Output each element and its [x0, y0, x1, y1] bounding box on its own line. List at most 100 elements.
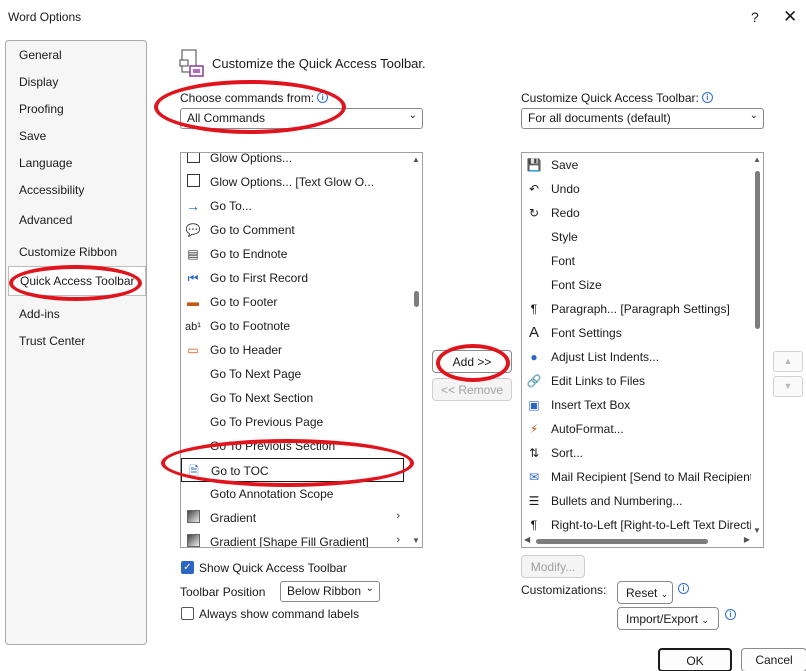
command-item-label: Go to Footnote [210, 319, 291, 333]
scroll-down-icon[interactable]: ▼ [412, 536, 420, 545]
toolbar-position-label: Toolbar Position [180, 585, 266, 599]
toolbar-item-label: Redo [551, 206, 580, 220]
scrollbar-thumb[interactable] [755, 171, 760, 329]
scroll-down-icon[interactable]: ▼ [753, 526, 761, 535]
toolbar-items-list[interactable]: ¶ Right-to-Left [Right-to-Left Text Direc… [521, 152, 764, 548]
toolbar-item[interactable]: ¶ Paragraph... [Paragraph Settings] [522, 297, 763, 321]
commands-scrollbar[interactable]: ▲ ▼ [410, 153, 422, 547]
close-button[interactable]: ✕ [783, 7, 797, 27]
toolbar-item[interactable]: ● Adjust List Indents... [522, 345, 763, 369]
chevron-down-icon: ⌄ [365, 583, 374, 594]
nav-item-quick-access-toolbar[interactable]: Quick Access Toolbar [8, 266, 146, 296]
endnote-icon: ▤ [187, 247, 199, 261]
nav-item-customize-ribbon[interactable]: Customize Ribbon [19, 245, 117, 259]
toolbar-item[interactable]: Font [522, 249, 763, 273]
import-export-button[interactable]: Import/Export ⌄ [617, 607, 719, 630]
move-down-button[interactable]: ▼ [773, 376, 803, 397]
info-icon[interactable]: i [317, 92, 329, 103]
toolbar-item[interactable]: ¶ Right-to-Left [Right-to-Left Text Direc… [522, 513, 763, 537]
info-icon[interactable]: i [725, 609, 736, 620]
move-up-button[interactable]: ▲ [773, 351, 803, 372]
command-item[interactable]: ⏮ Go to First Record [181, 266, 422, 290]
scroll-right-icon[interactable]: ▶ [744, 535, 750, 544]
toolbar-position-dropdown[interactable]: Below Ribbon ⌄ [280, 581, 380, 602]
command-item-label: Gradient [210, 511, 257, 525]
toolbar-items-scrollbar[interactable]: ▲ ▼ [751, 153, 763, 537]
command-item[interactable]: ▭ Go to Header [181, 338, 422, 362]
command-item[interactable]: Glow Options... [Text Glow O... [181, 170, 422, 194]
command-item[interactable]: Gradient [Shape Fill Gradient] › [181, 530, 422, 547]
nav-item-language[interactable]: Language [19, 156, 72, 170]
command-item[interactable]: Go To Previous Page [181, 410, 422, 434]
nav-item-accessibility[interactable]: Accessibility [19, 183, 84, 197]
toolbar-item[interactable]: ☰ Bullets and Numbering... [522, 489, 763, 513]
chevron-down-icon: ⌄ [408, 110, 417, 121]
nav-item-trust-center[interactable]: Trust Center [19, 334, 85, 348]
info-icon[interactable]: i [678, 583, 689, 594]
ok-button[interactable]: OK [658, 648, 732, 671]
scroll-up-icon[interactable]: ▲ [753, 155, 761, 164]
choose-commands-dropdown[interactable]: All Commands ⌄ [180, 108, 423, 129]
command-item[interactable]: Go To Previous Section [181, 434, 422, 458]
remove-button[interactable]: << Remove [432, 378, 512, 401]
info-icon[interactable]: i [701, 92, 713, 103]
nav-item-save[interactable]: Save [19, 129, 46, 143]
blank-icon [185, 414, 201, 430]
toolbar-item[interactable]: 💾 Save [522, 153, 763, 177]
toolbar-item-label: Right-to-Left [Right-to-Left Text Direct… [551, 518, 764, 532]
toolbar-item[interactable]: ▣ Insert Text Box [522, 393, 763, 417]
toolbar-item-label: Edit Links to Files [551, 374, 646, 388]
command-item[interactable]: ab¹ Go to Footnote [181, 314, 422, 338]
toolbar-item[interactable]: A Font Settings [522, 321, 763, 345]
nav-item-general[interactable]: General [19, 48, 62, 62]
command-item[interactable]: ▬ Go to Footer [181, 290, 422, 314]
command-item[interactable]: → Go To... [181, 194, 422, 218]
toolbar-item-label: AutoFormat... [551, 422, 624, 436]
command-item[interactable]: 💬 Go to Comment [181, 218, 422, 242]
scrollbar-thumb[interactable] [536, 539, 708, 544]
command-item[interactable]: Goto Annotation Scope [181, 482, 422, 506]
toolbar-item[interactable]: ✉ Mail Recipient [Send to Mail Recipient] [522, 465, 763, 489]
command-item[interactable]: Go To Next Page [181, 362, 422, 386]
scroll-up-icon[interactable]: ▲ [412, 155, 420, 164]
toolbar-item[interactable]: 🔗 Edit Links to Files [522, 369, 763, 393]
nav-item-add-ins[interactable]: Add-ins [19, 307, 60, 321]
show-qat-checkbox[interactable]: ✓ [181, 561, 194, 574]
toolbar-item[interactable]: Font Size [522, 273, 763, 297]
command-item[interactable]: 🗎 Go to TOC [181, 458, 404, 482]
textbox-icon: ▣ [528, 398, 540, 412]
toolbar-item-label: Font Size [551, 278, 602, 292]
customize-qat-dropdown[interactable]: For all documents (default) ⌄ [521, 108, 764, 129]
undo-icon: ↶ [528, 182, 540, 196]
command-item-label: Go to Endnote [210, 247, 288, 261]
blank-icon [526, 229, 542, 245]
choose-commands-text: Choose commands from: [180, 91, 315, 105]
toolbar-item-label: Font [551, 254, 576, 268]
toolbar-item[interactable]: ↻ Redo [522, 201, 763, 225]
cancel-button[interactable]: Cancel [741, 648, 806, 671]
commands-list[interactable]: Gradient [Shape Fill Gradient] › Gradient ›… [180, 152, 423, 548]
toolbar-item[interactable]: ↶ Undo [522, 177, 763, 201]
scrollbar-thumb[interactable] [414, 291, 419, 307]
reset-label: Reset [626, 586, 658, 600]
scroll-left-icon[interactable]: ◀ [524, 535, 530, 544]
command-item[interactable]: Glow Options... [181, 153, 422, 170]
help-button[interactable]: ? [751, 9, 759, 25]
command-item-label: Go To Previous Section [210, 439, 336, 453]
modify-button[interactable]: Modify... [521, 555, 585, 578]
toolbar-item[interactable]: ⚡ AutoFormat... [522, 417, 763, 441]
reset-button[interactable]: Reset ⌄ [617, 581, 673, 604]
command-item[interactable]: Gradient › [181, 506, 422, 530]
bullets-icon: ☰ [528, 494, 540, 508]
add-button[interactable]: Add >> [432, 350, 512, 373]
always-show-labels-checkbox[interactable] [181, 607, 194, 620]
toolbar-item[interactable]: ⇅ Sort... [522, 441, 763, 465]
nav-item-display[interactable]: Display [19, 75, 58, 89]
horizontal-scrollbar[interactable]: ◀ ▶ [522, 535, 752, 547]
chevron-right-icon: › [396, 510, 400, 522]
nav-item-proofing[interactable]: Proofing [19, 102, 64, 116]
command-item[interactable]: Go To Next Section [181, 386, 422, 410]
nav-item-advanced[interactable]: Advanced [19, 213, 72, 227]
toolbar-item[interactable]: Style [522, 225, 763, 249]
command-item[interactable]: ▤ Go to Endnote [181, 242, 422, 266]
